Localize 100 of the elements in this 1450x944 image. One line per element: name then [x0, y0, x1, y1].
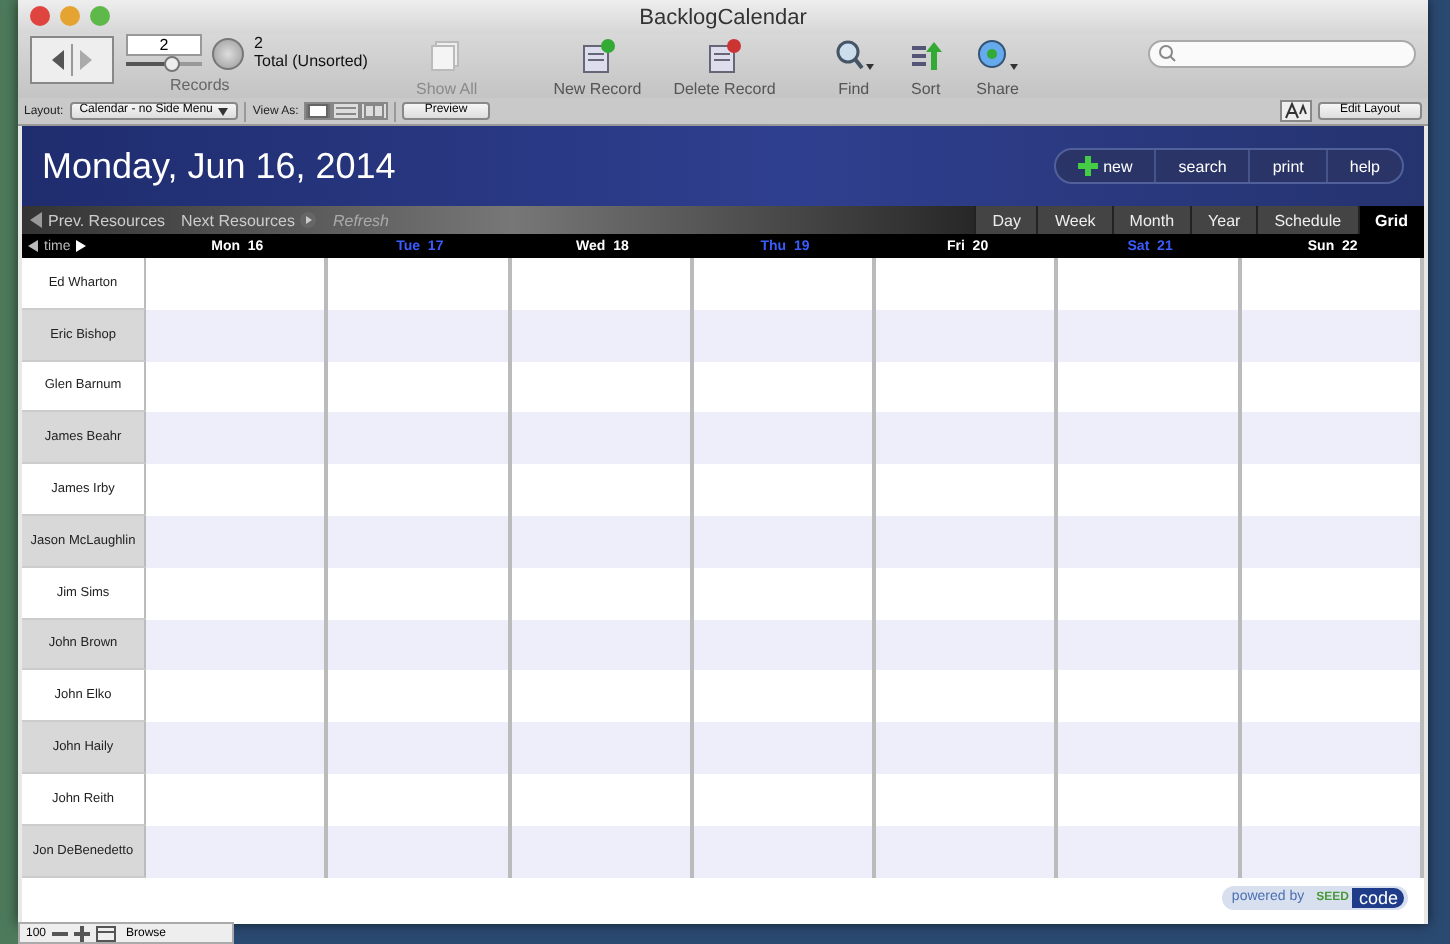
window-title: BacklogCalendar — [639, 5, 807, 29]
grid-cell[interactable] — [511, 309, 694, 362]
grid-cell[interactable] — [1241, 722, 1424, 774]
action-button[interactable]: print — [1248, 150, 1326, 182]
record-number-field[interactable]: 2 — [126, 34, 202, 56]
share-icon — [975, 38, 1020, 74]
grid-cell[interactable] — [146, 722, 329, 774]
grid-cell[interactable] — [146, 309, 329, 362]
table-view-button[interactable] — [360, 102, 389, 120]
view-tab[interactable]: Day — [974, 206, 1037, 234]
grid-cell[interactable] — [1241, 412, 1424, 465]
grid-cell[interactable] — [146, 619, 329, 671]
grid-cell[interactable] — [876, 825, 1059, 878]
text-format-icon[interactable] — [1279, 100, 1312, 122]
view-tab[interactable]: Month — [1111, 206, 1191, 234]
toolbar-toggle-icon[interactable] — [96, 925, 117, 941]
grid-cell[interactable] — [693, 412, 877, 465]
find-button[interactable]: Find — [831, 38, 876, 98]
grid-cell[interactable] — [511, 670, 694, 723]
record-count: 2 — [254, 34, 265, 52]
list-view-button[interactable] — [332, 102, 361, 120]
grid-cell[interactable] — [693, 825, 877, 878]
stack-icon — [428, 38, 465, 74]
grid-cell[interactable] — [146, 412, 329, 465]
view-tab[interactable]: Week — [1036, 206, 1112, 234]
delete-record-icon — [706, 38, 743, 74]
grid-cell[interactable] — [328, 619, 512, 671]
share-button[interactable]: Share — [975, 38, 1020, 98]
grid-cell[interactable] — [328, 361, 512, 413]
grid-cell[interactable] — [146, 515, 329, 568]
action-button[interactable]: search — [1154, 150, 1249, 182]
grid-cell[interactable] — [328, 825, 512, 878]
grid-cell[interactable] — [511, 773, 694, 826]
grid-cell[interactable] — [1058, 412, 1242, 465]
search-icon — [831, 38, 876, 74]
grid-cell[interactable] — [511, 825, 694, 878]
grid-cell[interactable] — [1058, 619, 1242, 671]
plus-icon — [1077, 156, 1098, 176]
grid-cell[interactable] — [511, 258, 694, 310]
record-status: Total (Unsorted) — [254, 52, 368, 70]
minimize-button[interactable] — [60, 6, 80, 26]
delete-button[interactable]: Delete Record — [673, 38, 776, 98]
grid-cell[interactable] — [693, 619, 877, 671]
grid-cell[interactable] — [1241, 309, 1424, 362]
grid-cell[interactable] — [511, 464, 694, 516]
grid-cell[interactable] — [328, 412, 512, 465]
grid-cell[interactable] — [693, 515, 877, 568]
form-view-button[interactable] — [304, 102, 333, 120]
grid-cell[interactable] — [511, 567, 694, 620]
sort-button[interactable]: Sort — [907, 38, 944, 98]
grid-cell[interactable] — [876, 722, 1059, 774]
grid-cell[interactable] — [876, 309, 1059, 362]
new-button[interactable]: New Record — [553, 38, 642, 98]
zoom-button[interactable] — [90, 6, 110, 26]
grid-cell[interactable] — [511, 619, 694, 671]
grid-cell[interactable] — [1241, 773, 1424, 826]
grid-cell[interactable] — [1241, 670, 1424, 723]
next-resources-button[interactable]: Next Resources — [173, 211, 325, 229]
grid-cell[interactable] — [1241, 825, 1424, 878]
grid-cell[interactable] — [693, 722, 877, 774]
grid-cell[interactable] — [693, 309, 877, 362]
action-button[interactable]: help — [1325, 150, 1402, 182]
grid-cell[interactable] — [511, 361, 694, 413]
grid-cell[interactable] — [1241, 515, 1424, 568]
grid-cell[interactable] — [693, 361, 877, 413]
grid-cell[interactable] — [146, 825, 329, 878]
grid-cell[interactable] — [1058, 309, 1242, 362]
grid-cell[interactable] — [1241, 258, 1424, 310]
grid-cell[interactable] — [328, 309, 512, 362]
grid-cell[interactable] — [876, 619, 1059, 671]
grid-cell[interactable] — [1058, 361, 1242, 413]
grid-cell[interactable] — [328, 515, 512, 568]
grid-cell[interactable] — [1058, 722, 1242, 774]
grid-cell[interactable] — [876, 361, 1059, 413]
previous-resources-button[interactable]: Prev. Resources — [22, 211, 174, 229]
close-button[interactable] — [30, 6, 50, 26]
new-record-icon — [579, 38, 616, 74]
action-button[interactable]: new — [1055, 150, 1155, 182]
search-field[interactable] — [1148, 40, 1416, 68]
grid-cell[interactable] — [876, 412, 1059, 465]
grid-cell[interactable] — [1241, 567, 1424, 620]
grid-cell[interactable] — [511, 515, 694, 568]
sort-icon — [907, 38, 944, 74]
grid-cell[interactable] — [511, 412, 694, 465]
calendar-date: Monday, Jun 16, 2014 — [42, 145, 396, 187]
grid-cell[interactable] — [1241, 464, 1424, 516]
grid-cell[interactable] — [1058, 825, 1242, 878]
grid-cell[interactable] — [511, 722, 694, 774]
grid-cell[interactable] — [876, 515, 1059, 568]
grid-cell[interactable] — [1241, 619, 1424, 671]
grid-cell[interactable] — [146, 361, 329, 413]
grid-cell[interactable] — [1241, 361, 1424, 413]
view-tab[interactable]: Year — [1190, 206, 1257, 234]
record-navigation-control[interactable] — [30, 36, 114, 84]
caret-icon — [218, 107, 229, 115]
grid-cell[interactable] — [1058, 515, 1242, 568]
zoom-in-icon[interactable] — [74, 925, 91, 941]
view-tab[interactable]: Grid — [1357, 206, 1424, 234]
view-tab[interactable]: Schedule — [1256, 206, 1358, 234]
grid-cell[interactable] — [328, 722, 512, 774]
